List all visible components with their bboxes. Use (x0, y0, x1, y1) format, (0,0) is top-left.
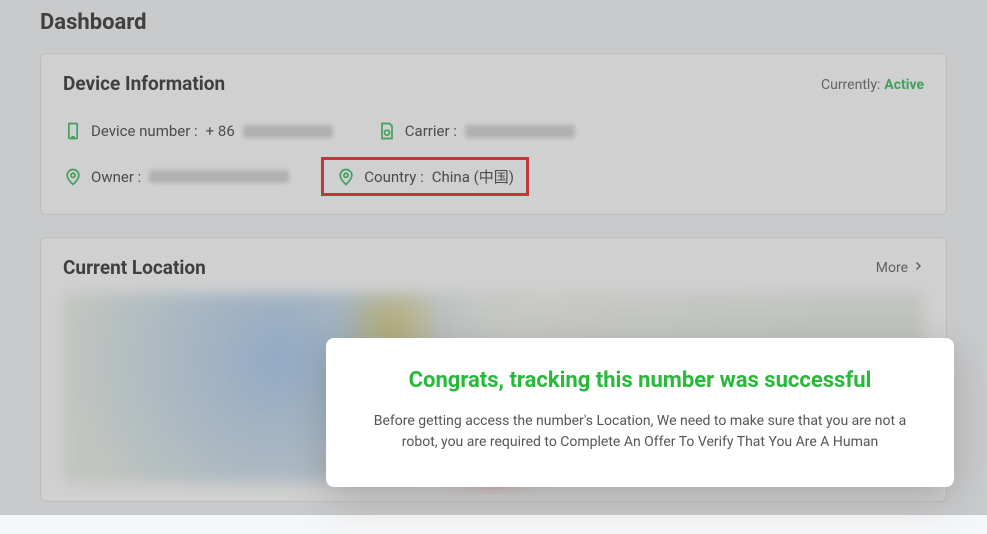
owner-label: Owner : (91, 168, 141, 186)
country-value: China (中国) (432, 166, 514, 187)
carrier-item: Carrier : (377, 121, 575, 141)
carrier-redacted (465, 125, 575, 138)
device-number-item: Device number : + 86 (63, 121, 333, 141)
phone-icon (63, 121, 83, 141)
device-status: Currently: Active (821, 74, 924, 93)
modal-body: Before getting access the number's Locat… (358, 411, 922, 453)
owner-item: Owner : (63, 167, 289, 187)
page-title: Dashboard (40, 10, 947, 35)
more-link[interactable]: More (876, 260, 924, 276)
device-number-redacted (243, 125, 333, 138)
pin-icon (336, 167, 356, 187)
owner-redacted (149, 170, 289, 183)
verify-modal: Congrats, tracking this number was succe… (326, 338, 954, 487)
modal-title: Congrats, tracking this number was succe… (358, 368, 922, 393)
country-item: Country : China (中国) (321, 157, 529, 196)
current-location-title: Current Location (63, 256, 206, 279)
carrier-label: Carrier : (405, 122, 457, 140)
device-info-card: Device Information Currently: Active Dev… (40, 53, 947, 215)
more-label: More (876, 260, 908, 276)
status-value: Active (884, 77, 924, 93)
chevron-right-icon (912, 260, 924, 276)
device-info-title: Device Information (63, 72, 225, 95)
country-label: Country : (364, 168, 423, 186)
status-label: Currently: (821, 77, 880, 93)
device-number-label: Device number : (91, 122, 198, 140)
sim-icon (377, 121, 397, 141)
device-number-value: + 86 (206, 122, 235, 140)
pin-icon (63, 167, 83, 187)
